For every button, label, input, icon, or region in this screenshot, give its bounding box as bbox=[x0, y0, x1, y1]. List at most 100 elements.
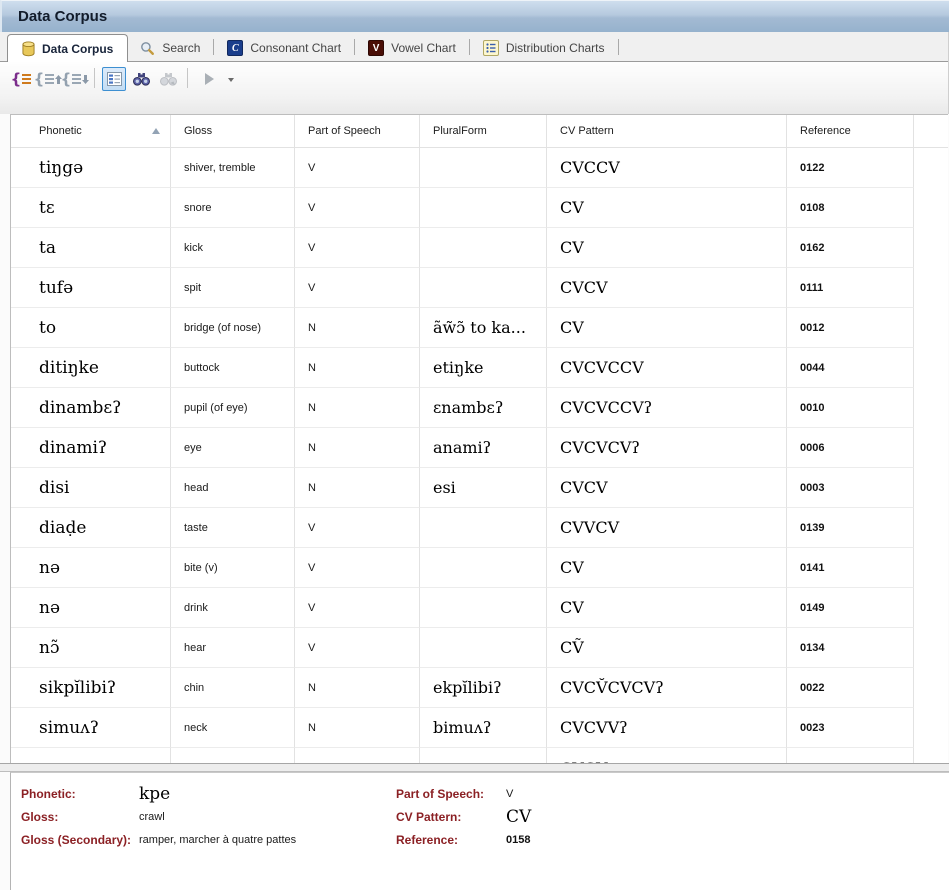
table-row[interactable]: ta kick V CV 0162 bbox=[11, 228, 948, 268]
cell-part-of-speech[interactable]: V bbox=[295, 188, 420, 228]
cell-plural-form[interactable]: ãw̃ɔ̃ to ka... bbox=[420, 308, 547, 348]
cell-cv-pattern[interactable]: CṼ bbox=[547, 628, 787, 668]
cell-phonetic[interactable]: nə bbox=[11, 588, 171, 628]
cell-plural-form[interactable] bbox=[420, 628, 547, 668]
cell-phonetic[interactable]: disi bbox=[11, 468, 171, 508]
cell-plural-form[interactable]: ekpĭlibiʔ bbox=[420, 668, 547, 708]
cell-reference[interactable]: 0010 bbox=[787, 388, 914, 428]
cell-cv-pattern[interactable]: CVCCV bbox=[547, 148, 787, 188]
table-row[interactable]: sikpĭlibiʔ chin N ekpĭlibiʔ CVCV̆CVCVʔ 0… bbox=[11, 668, 948, 708]
tab-data-corpus[interactable]: Data Corpus bbox=[7, 34, 128, 62]
cell-reference[interactable]: 0139 bbox=[787, 508, 914, 548]
cell-cv-pattern[interactable]: CVCV bbox=[547, 268, 787, 308]
cell-plural-form[interactable]: etiŋke bbox=[420, 348, 547, 388]
cell-phonetic[interactable]: tufə bbox=[11, 268, 171, 308]
cell-gloss[interactable]: pupil (of eye) bbox=[171, 388, 295, 428]
cell-phonetic[interactable]: simuʌʔ bbox=[11, 708, 171, 748]
record-view-toggle-icon[interactable] bbox=[102, 67, 126, 91]
cell-reference[interactable]: 0012 bbox=[787, 308, 914, 348]
cell-reference[interactable]: 0122 bbox=[787, 148, 914, 188]
cell-gloss[interactable]: hear bbox=[171, 628, 295, 668]
cell-gloss[interactable]: shiver, tremble bbox=[171, 148, 295, 188]
cell-reference[interactable]: 0141 bbox=[787, 548, 914, 588]
cell-phonetic[interactable]: tiŋgə bbox=[11, 148, 171, 188]
table-row[interactable]: tɛ snore V CV 0108 bbox=[11, 188, 948, 228]
cell-cv-pattern[interactable]: CV bbox=[547, 188, 787, 228]
column-header-phonetic[interactable]: Phonetic bbox=[11, 115, 171, 148]
cell-reference[interactable] bbox=[787, 748, 914, 763]
cell-gloss[interactable]: neck bbox=[171, 708, 295, 748]
cell-cv-pattern[interactable]: CVCV bbox=[547, 468, 787, 508]
table-row[interactable]: to bridge (of nose) N ãw̃ɔ̃ to ka... CV … bbox=[11, 308, 948, 348]
cell-gloss[interactable]: snore bbox=[171, 188, 295, 228]
tab-distribution-charts[interactable]: Distribution Charts bbox=[471, 35, 617, 61]
sort-ascending-icon[interactable]: { bbox=[36, 67, 60, 91]
cell-cv-pattern[interactable]: CV bbox=[547, 548, 787, 588]
cell-gloss[interactable]: bite (v) bbox=[171, 548, 295, 588]
cell-cv-pattern[interactable]: CV bbox=[547, 588, 787, 628]
table-row[interactable]: dinamiʔ eye N anamiʔ CVCVCVʔ 0006 bbox=[11, 428, 948, 468]
cell-phonetic[interactable]: dinamiʔ bbox=[11, 428, 171, 468]
cell-plural-form[interactable] bbox=[420, 548, 547, 588]
cell-part-of-speech[interactable]: V bbox=[295, 228, 420, 268]
cell-phonetic[interactable]: nɔ̃ bbox=[11, 628, 171, 668]
cell-reference[interactable]: 0003 bbox=[787, 468, 914, 508]
cell-part-of-speech[interactable]: V bbox=[295, 628, 420, 668]
cell-plural-form[interactable]: ɛnambɛʔ bbox=[420, 388, 547, 428]
column-header-reference[interactable]: Reference bbox=[787, 115, 914, 148]
cell-gloss[interactable]: spit bbox=[171, 268, 295, 308]
grid-record-splitter[interactable] bbox=[0, 763, 949, 772]
cell-cv-pattern[interactable]: CVCV̆CVCVʔ bbox=[547, 668, 787, 708]
cell-reference[interactable]: 0006 bbox=[787, 428, 914, 468]
cell-plural-form[interactable]: bimuʌʔ bbox=[420, 708, 547, 748]
cell-reference[interactable]: 0108 bbox=[787, 188, 914, 228]
cell-reference[interactable]: 0022 bbox=[787, 668, 914, 708]
cell-cv-pattern[interactable]: CV bbox=[547, 228, 787, 268]
table-row[interactable]: disi head N esi CVCV 0003 bbox=[11, 468, 948, 508]
column-header-gloss[interactable]: Gloss bbox=[171, 115, 295, 148]
cell-part-of-speech[interactable]: N bbox=[295, 708, 420, 748]
cell-reference[interactable]: 0149 bbox=[787, 588, 914, 628]
cell-gloss[interactable]: drink bbox=[171, 588, 295, 628]
cell-plural-form[interactable] bbox=[420, 228, 547, 268]
cell-part-of-speech[interactable]: V bbox=[295, 588, 420, 628]
cell-plural-form[interactable] bbox=[420, 268, 547, 308]
tab-search[interactable]: Search bbox=[128, 35, 212, 61]
window-titlebar[interactable]: Data Corpus bbox=[0, 0, 949, 32]
cell-part-of-speech[interactable]: N bbox=[295, 308, 420, 348]
find-icon[interactable] bbox=[129, 67, 153, 91]
cell-phonetic[interactable]: ta bbox=[11, 228, 171, 268]
cell-part-of-speech[interactable]: V bbox=[295, 148, 420, 188]
cell-part-of-speech[interactable]: N bbox=[295, 668, 420, 708]
cell-cv-pattern[interactable]: CVVCV bbox=[547, 508, 787, 548]
cell-phonetic[interactable]: dinambɛʔ bbox=[11, 388, 171, 428]
cell-phonetic[interactable]: ditiŋke bbox=[11, 348, 171, 388]
cell-reference[interactable]: 0162 bbox=[787, 228, 914, 268]
cell-gloss[interactable]: chin bbox=[171, 668, 295, 708]
cell-part-of-speech[interactable]: V bbox=[295, 268, 420, 308]
cell-part-of-speech[interactable] bbox=[295, 748, 420, 763]
cell-phonetic[interactable]: to bbox=[11, 308, 171, 348]
cell-phonetic[interactable] bbox=[11, 748, 171, 763]
table-row[interactable]: simuʌʔ neck N bimuʌʔ CVCVVʔ 0023 bbox=[11, 708, 948, 748]
cell-cv-pattern[interactable]: CVCV bbox=[547, 748, 787, 763]
cell-cv-pattern[interactable]: CVCVVʔ bbox=[547, 708, 787, 748]
cell-gloss[interactable]: kick bbox=[171, 228, 295, 268]
cell-reference[interactable]: 0111 bbox=[787, 268, 914, 308]
cell-cv-pattern[interactable]: CVCVCCV bbox=[547, 348, 787, 388]
cell-gloss[interactable]: taste bbox=[171, 508, 295, 548]
play-dropdown-icon[interactable] bbox=[222, 67, 236, 91]
cell-cv-pattern[interactable]: CVCVCVʔ bbox=[547, 428, 787, 468]
cell-reference[interactable]: 0044 bbox=[787, 348, 914, 388]
cell-gloss[interactable]: buttock bbox=[171, 348, 295, 388]
table-row[interactable]: tiŋgə shiver, tremble V CVCCV 0122 bbox=[11, 148, 948, 188]
play-icon[interactable] bbox=[195, 67, 219, 91]
column-header-plural-form[interactable]: PluralForm bbox=[420, 115, 547, 148]
table-row[interactable]: dinambɛʔ pupil (of eye) N ɛnambɛʔ CVCVCC… bbox=[11, 388, 948, 428]
table-row-partial[interactable]: CVCV bbox=[11, 748, 948, 763]
cell-gloss[interactable]: head bbox=[171, 468, 295, 508]
cell-gloss[interactable] bbox=[171, 748, 295, 763]
cell-part-of-speech[interactable]: V bbox=[295, 508, 420, 548]
cell-phonetic[interactable]: diaḍe bbox=[11, 508, 171, 548]
cell-plural-form[interactable] bbox=[420, 588, 547, 628]
